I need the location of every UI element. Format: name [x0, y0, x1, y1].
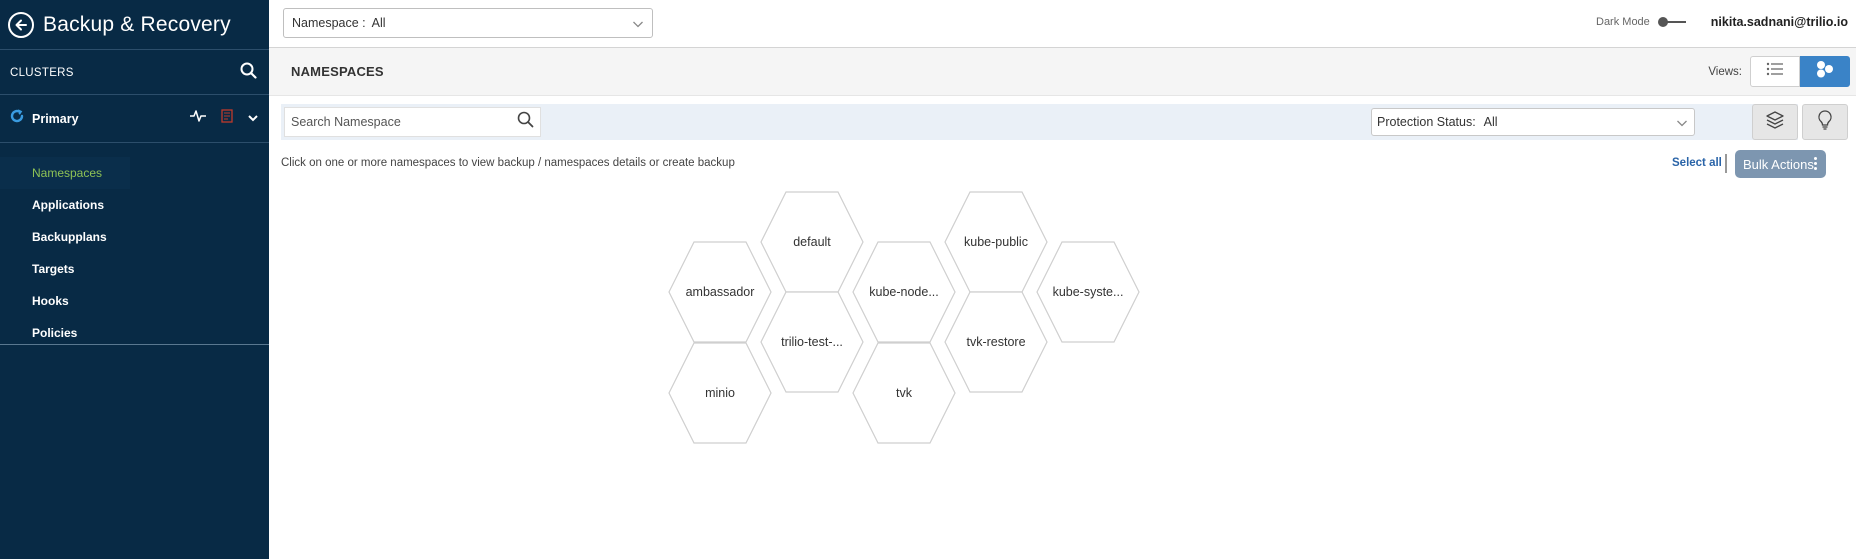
bulk-actions-label: Bulk Actions [1743, 156, 1814, 172]
view-switcher: Views: [1708, 56, 1850, 87]
cluster-actions [189, 109, 259, 128]
namespace-select-value: All [371, 16, 386, 30]
layers-icon [1765, 110, 1785, 135]
chevron-down-icon [632, 18, 644, 32]
protection-status-label: Protection Status: [1377, 115, 1476, 129]
clusters-label: CLUSTERS [10, 66, 74, 79]
chevron-down-icon [1676, 117, 1688, 131]
sidebar-item-hooks[interactable]: Hooks [0, 285, 269, 317]
protection-status-value: All [1483, 115, 1498, 129]
app-title: Backup & Recovery [43, 12, 231, 36]
namespace-label: kube-public [964, 235, 1028, 249]
namespace-select-label: Namespace : [292, 16, 366, 30]
namespace-hex-trilio-test[interactable]: trilio-test-... [760, 291, 864, 393]
namespace-hex-kube-system[interactable]: kube-syste... [1036, 241, 1140, 343]
search-icon[interactable] [240, 62, 257, 84]
app-root: Backup & Recovery CLUSTERS Primary Names… [0, 0, 1856, 559]
namespace-hex-tvk[interactable]: tvk [852, 342, 956, 444]
namespace-hex-default[interactable]: default [760, 191, 864, 293]
divider [1725, 154, 1727, 173]
namespace-label: ambassador [686, 285, 755, 299]
sidebar-item-backupplans[interactable]: Backupplans [0, 221, 269, 253]
search-namespace-input[interactable] [291, 115, 517, 129]
sidebar-nav: Namespaces Applications Backupplans Targ… [0, 143, 269, 349]
cluster-name: Primary [32, 111, 79, 126]
hexagon-cluster-icon [1815, 59, 1835, 84]
search-icon[interactable] [517, 111, 534, 133]
hint-button[interactable] [1802, 104, 1848, 140]
sidebar: Backup & Recovery CLUSTERS Primary Names… [0, 0, 269, 559]
namespace-label: minio [705, 386, 735, 400]
activity-icon[interactable] [189, 109, 207, 128]
namespace-label: kube-node... [869, 285, 939, 299]
namespace-hex-kube-node[interactable]: kube-node... [852, 241, 956, 343]
namespace-select[interactable]: Namespace : All [283, 8, 653, 38]
list-view-button[interactable] [1750, 56, 1800, 87]
search-box [284, 107, 541, 137]
namespace-hex-tvk-restore[interactable]: tvk-restore [944, 291, 1048, 393]
user-menu[interactable]: nikita.sadnani@trilio.io [1711, 15, 1848, 29]
namespace-label: tvk-restore [966, 335, 1025, 349]
page-title: NAMESPACES [291, 64, 384, 79]
sidebar-item-namespaces[interactable]: Namespaces [0, 157, 130, 189]
dark-mode-toggle[interactable] [1657, 17, 1686, 27]
layers-button[interactable] [1752, 104, 1798, 140]
cluster-row-primary[interactable]: Primary [0, 95, 269, 143]
namespace-hex-ambassador[interactable]: ambassador [668, 241, 772, 343]
filter-bar: Protection Status: All [281, 104, 1798, 140]
chevron-down-icon[interactable] [247, 110, 259, 128]
document-icon[interactable] [221, 109, 233, 128]
sidebar-brand: Backup & Recovery [0, 0, 269, 50]
namespace-hex-minio[interactable]: minio [668, 342, 772, 444]
select-all-link[interactable]: Select all [1672, 157, 1722, 169]
graph-view-button[interactable] [1800, 56, 1850, 87]
main-content: Namespace : All Dark Mode nikita.sadnani… [269, 0, 1856, 559]
sidebar-item-applications[interactable]: Applications [0, 189, 269, 221]
dark-mode-control: Dark Mode [1596, 16, 1686, 28]
bulk-actions-button[interactable]: Bulk Actions [1735, 150, 1826, 178]
views-label: Views: [1708, 65, 1742, 78]
namespaces-header: NAMESPACES Views: [269, 48, 1856, 96]
lightbulb-icon [1816, 109, 1834, 136]
instruction-text: Click on one or more namespaces to view … [281, 157, 735, 169]
sync-icon [10, 109, 24, 128]
sidebar-divider [0, 344, 269, 345]
more-vertical-icon [1814, 157, 1817, 170]
list-icon [1766, 62, 1784, 81]
sidebar-item-targets[interactable]: Targets [0, 253, 269, 285]
namespace-label: tvk [896, 386, 913, 400]
dark-mode-label: Dark Mode [1596, 16, 1650, 28]
namespace-label: kube-syste... [1053, 285, 1124, 299]
namespace-hex-kube-public[interactable]: kube-public [944, 191, 1048, 293]
clusters-header: CLUSTERS [0, 51, 269, 95]
namespace-label: default [793, 235, 831, 249]
namespace-label: trilio-test-... [781, 335, 843, 349]
top-bar: Namespace : All Dark Mode nikita.sadnani… [269, 0, 1856, 48]
protection-status-select[interactable]: Protection Status: All [1371, 108, 1695, 136]
arrow-left-circle-icon[interactable] [8, 11, 34, 38]
